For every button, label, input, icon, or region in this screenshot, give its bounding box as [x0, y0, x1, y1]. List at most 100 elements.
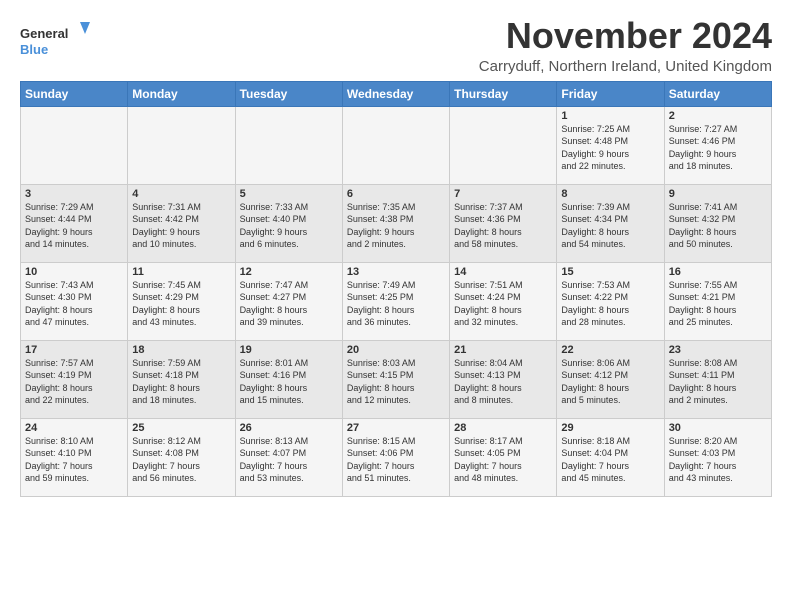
- day-number: 26: [240, 422, 338, 434]
- calendar-cell: 24Sunrise: 8:10 AM Sunset: 4:10 PM Dayli…: [21, 418, 128, 496]
- weekday-header-sunday: Sunday: [21, 81, 128, 106]
- day-number: 15: [561, 266, 659, 278]
- calendar-cell: 12Sunrise: 7:47 AM Sunset: 4:27 PM Dayli…: [235, 262, 342, 340]
- day-number: 2: [669, 110, 767, 122]
- day-number: 11: [132, 266, 230, 278]
- day-number: 19: [240, 344, 338, 356]
- calendar-cell: 10Sunrise: 7:43 AM Sunset: 4:30 PM Dayli…: [21, 262, 128, 340]
- calendar-cell: 25Sunrise: 8:12 AM Sunset: 4:08 PM Dayli…: [128, 418, 235, 496]
- day-info: Sunrise: 7:31 AM Sunset: 4:42 PM Dayligh…: [132, 201, 230, 251]
- day-info: Sunrise: 7:51 AM Sunset: 4:24 PM Dayligh…: [454, 279, 552, 329]
- day-number: 12: [240, 266, 338, 278]
- day-info: Sunrise: 7:35 AM Sunset: 4:38 PM Dayligh…: [347, 201, 445, 251]
- day-info: Sunrise: 8:04 AM Sunset: 4:13 PM Dayligh…: [454, 357, 552, 407]
- month-title: November 2024: [479, 16, 772, 56]
- day-number: 24: [25, 422, 123, 434]
- day-number: 10: [25, 266, 123, 278]
- calendar-cell: 3Sunrise: 7:29 AM Sunset: 4:44 PM Daylig…: [21, 184, 128, 262]
- calendar-cell: 1Sunrise: 7:25 AM Sunset: 4:48 PM Daylig…: [557, 106, 664, 184]
- calendar-cell: 20Sunrise: 8:03 AM Sunset: 4:15 PM Dayli…: [342, 340, 449, 418]
- day-number: 6: [347, 188, 445, 200]
- week-row-4: 24Sunrise: 8:10 AM Sunset: 4:10 PM Dayli…: [21, 418, 772, 496]
- calendar-cell: 5Sunrise: 7:33 AM Sunset: 4:40 PM Daylig…: [235, 184, 342, 262]
- day-number: 5: [240, 188, 338, 200]
- calendar-cell: 19Sunrise: 8:01 AM Sunset: 4:16 PM Dayli…: [235, 340, 342, 418]
- calendar-cell: 2Sunrise: 7:27 AM Sunset: 4:46 PM Daylig…: [664, 106, 771, 184]
- day-info: Sunrise: 7:45 AM Sunset: 4:29 PM Dayligh…: [132, 279, 230, 329]
- calendar-cell: 22Sunrise: 8:06 AM Sunset: 4:12 PM Dayli…: [557, 340, 664, 418]
- weekday-header-friday: Friday: [557, 81, 664, 106]
- day-number: 9: [669, 188, 767, 200]
- day-info: Sunrise: 7:59 AM Sunset: 4:18 PM Dayligh…: [132, 357, 230, 407]
- week-row-1: 3Sunrise: 7:29 AM Sunset: 4:44 PM Daylig…: [21, 184, 772, 262]
- day-info: Sunrise: 7:53 AM Sunset: 4:22 PM Dayligh…: [561, 279, 659, 329]
- calendar-cell: 13Sunrise: 7:49 AM Sunset: 4:25 PM Dayli…: [342, 262, 449, 340]
- calendar-cell: 8Sunrise: 7:39 AM Sunset: 4:34 PM Daylig…: [557, 184, 664, 262]
- day-number: 29: [561, 422, 659, 434]
- calendar-cell: 28Sunrise: 8:17 AM Sunset: 4:05 PM Dayli…: [450, 418, 557, 496]
- calendar-cell: 7Sunrise: 7:37 AM Sunset: 4:36 PM Daylig…: [450, 184, 557, 262]
- day-info: Sunrise: 7:47 AM Sunset: 4:27 PM Dayligh…: [240, 279, 338, 329]
- day-info: Sunrise: 7:55 AM Sunset: 4:21 PM Dayligh…: [669, 279, 767, 329]
- day-info: Sunrise: 8:12 AM Sunset: 4:08 PM Dayligh…: [132, 435, 230, 485]
- day-number: 23: [669, 344, 767, 356]
- calendar-cell: 21Sunrise: 8:04 AM Sunset: 4:13 PM Dayli…: [450, 340, 557, 418]
- day-info: Sunrise: 8:13 AM Sunset: 4:07 PM Dayligh…: [240, 435, 338, 485]
- calendar-cell: [342, 106, 449, 184]
- day-info: Sunrise: 8:03 AM Sunset: 4:15 PM Dayligh…: [347, 357, 445, 407]
- calendar-table: SundayMondayTuesdayWednesdayThursdayFrid…: [20, 81, 772, 497]
- day-info: Sunrise: 8:15 AM Sunset: 4:06 PM Dayligh…: [347, 435, 445, 485]
- day-info: Sunrise: 8:18 AM Sunset: 4:04 PM Dayligh…: [561, 435, 659, 485]
- day-info: Sunrise: 7:49 AM Sunset: 4:25 PM Dayligh…: [347, 279, 445, 329]
- week-row-2: 10Sunrise: 7:43 AM Sunset: 4:30 PM Dayli…: [21, 262, 772, 340]
- header: General Blue November 2024 Carryduff, No…: [20, 16, 772, 75]
- day-info: Sunrise: 7:57 AM Sunset: 4:19 PM Dayligh…: [25, 357, 123, 407]
- day-info: Sunrise: 7:43 AM Sunset: 4:30 PM Dayligh…: [25, 279, 123, 329]
- weekday-header-row: SundayMondayTuesdayWednesdayThursdayFrid…: [21, 81, 772, 106]
- day-info: Sunrise: 8:20 AM Sunset: 4:03 PM Dayligh…: [669, 435, 767, 485]
- title-block: November 2024 Carryduff, Northern Irelan…: [479, 16, 772, 75]
- weekday-header-thursday: Thursday: [450, 81, 557, 106]
- calendar-cell: 4Sunrise: 7:31 AM Sunset: 4:42 PM Daylig…: [128, 184, 235, 262]
- logo: General Blue: [20, 20, 90, 60]
- day-info: Sunrise: 8:10 AM Sunset: 4:10 PM Dayligh…: [25, 435, 123, 485]
- calendar-cell: 15Sunrise: 7:53 AM Sunset: 4:22 PM Dayli…: [557, 262, 664, 340]
- calendar-cell: [128, 106, 235, 184]
- day-number: 25: [132, 422, 230, 434]
- calendar-cell: [21, 106, 128, 184]
- day-info: Sunrise: 7:33 AM Sunset: 4:40 PM Dayligh…: [240, 201, 338, 251]
- calendar-cell: 29Sunrise: 8:18 AM Sunset: 4:04 PM Dayli…: [557, 418, 664, 496]
- day-info: Sunrise: 7:41 AM Sunset: 4:32 PM Dayligh…: [669, 201, 767, 251]
- day-number: 22: [561, 344, 659, 356]
- day-number: 7: [454, 188, 552, 200]
- weekday-header-tuesday: Tuesday: [235, 81, 342, 106]
- location-title: Carryduff, Northern Ireland, United King…: [479, 58, 772, 75]
- calendar-cell: 30Sunrise: 8:20 AM Sunset: 4:03 PM Dayli…: [664, 418, 771, 496]
- calendar-cell: 26Sunrise: 8:13 AM Sunset: 4:07 PM Dayli…: [235, 418, 342, 496]
- day-number: 20: [347, 344, 445, 356]
- calendar-cell: 6Sunrise: 7:35 AM Sunset: 4:38 PM Daylig…: [342, 184, 449, 262]
- day-number: 17: [25, 344, 123, 356]
- calendar-cell: 23Sunrise: 8:08 AM Sunset: 4:11 PM Dayli…: [664, 340, 771, 418]
- day-info: Sunrise: 8:06 AM Sunset: 4:12 PM Dayligh…: [561, 357, 659, 407]
- logo-svg: General Blue: [20, 20, 90, 60]
- day-info: Sunrise: 7:39 AM Sunset: 4:34 PM Dayligh…: [561, 201, 659, 251]
- week-row-0: 1Sunrise: 7:25 AM Sunset: 4:48 PM Daylig…: [21, 106, 772, 184]
- calendar-page: General Blue November 2024 Carryduff, No…: [0, 0, 792, 612]
- day-info: Sunrise: 8:08 AM Sunset: 4:11 PM Dayligh…: [669, 357, 767, 407]
- weekday-header-wednesday: Wednesday: [342, 81, 449, 106]
- svg-text:Blue: Blue: [20, 42, 48, 57]
- day-number: 8: [561, 188, 659, 200]
- day-number: 3: [25, 188, 123, 200]
- calendar-cell: 17Sunrise: 7:57 AM Sunset: 4:19 PM Dayli…: [21, 340, 128, 418]
- calendar-cell: 14Sunrise: 7:51 AM Sunset: 4:24 PM Dayli…: [450, 262, 557, 340]
- calendar-cell: 9Sunrise: 7:41 AM Sunset: 4:32 PM Daylig…: [664, 184, 771, 262]
- day-info: Sunrise: 8:17 AM Sunset: 4:05 PM Dayligh…: [454, 435, 552, 485]
- day-number: 28: [454, 422, 552, 434]
- calendar-cell: 18Sunrise: 7:59 AM Sunset: 4:18 PM Dayli…: [128, 340, 235, 418]
- weekday-header-monday: Monday: [128, 81, 235, 106]
- day-number: 1: [561, 110, 659, 122]
- calendar-cell: [450, 106, 557, 184]
- weekday-header-saturday: Saturday: [664, 81, 771, 106]
- day-info: Sunrise: 7:27 AM Sunset: 4:46 PM Dayligh…: [669, 123, 767, 173]
